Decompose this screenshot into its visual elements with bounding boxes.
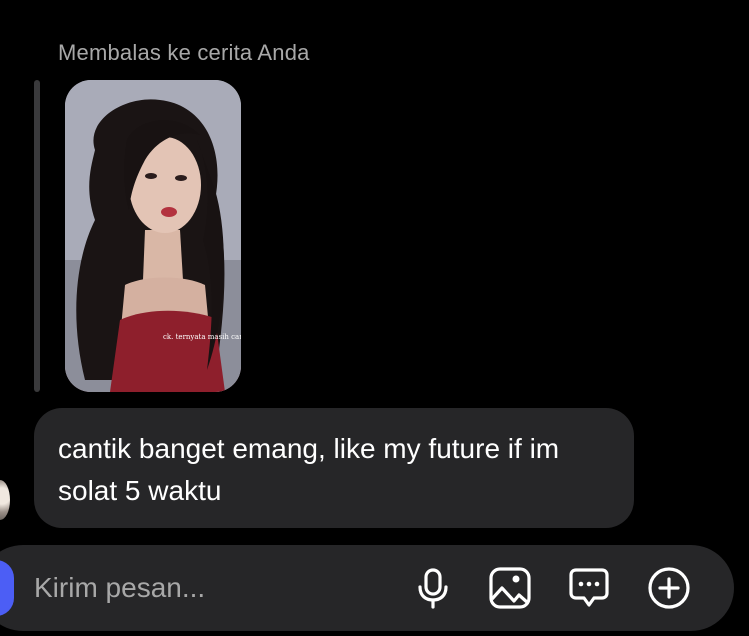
story-thumbnail[interactable]: ck. ternyata masih cantik <box>65 80 241 392</box>
message-input[interactable] <box>34 570 394 606</box>
gallery-button[interactable] <box>486 564 534 612</box>
sender-avatar[interactable] <box>0 480 10 520</box>
microphone-icon <box>418 568 448 609</box>
story-photo <box>65 80 241 392</box>
top-cutoff-indicator <box>300 0 370 4</box>
sticker-chat-icon <box>569 568 609 607</box>
reply-context-label: Membalas ke cerita Anda <box>58 40 310 65</box>
more-options-button[interactable] <box>645 564 693 612</box>
image-icon <box>489 567 531 609</box>
plus-circle-icon <box>648 567 690 609</box>
story-caption: ck. ternyata masih cantik <box>163 333 241 341</box>
sticker-button[interactable] <box>565 564 613 612</box>
message-bubble[interactable]: cantik banget emang, like my future if i… <box>34 408 634 528</box>
microphone-button[interactable] <box>409 564 457 612</box>
reply-quote-bar <box>34 80 40 392</box>
